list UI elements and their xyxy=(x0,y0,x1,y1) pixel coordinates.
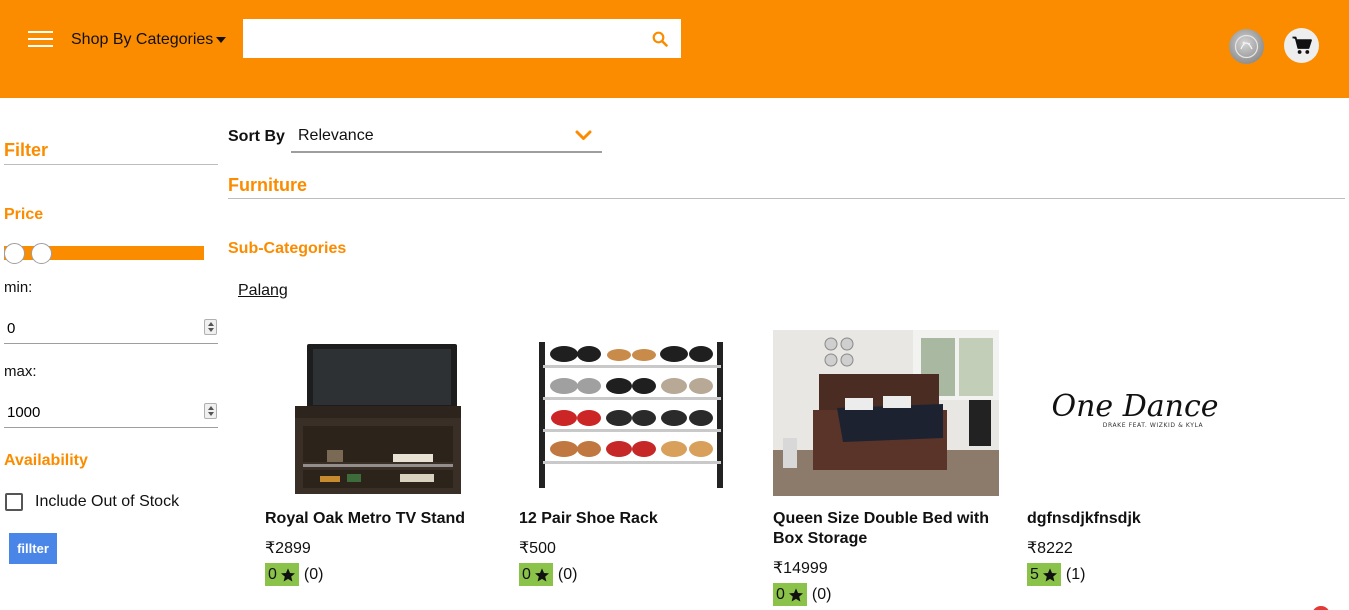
star-icon xyxy=(1042,567,1057,582)
rating-value: 5 xyxy=(1030,565,1039,583)
review-count: (0) xyxy=(303,565,324,583)
include-out-of-stock-checkbox[interactable] xyxy=(5,493,23,511)
product-price: ₹500 xyxy=(519,540,556,557)
product-price: ₹14999 xyxy=(773,560,828,577)
max-spinner-icon[interactable] xyxy=(204,403,217,419)
subcategory-link-palang[interactable]: Palang xyxy=(238,282,288,300)
shop-by-categories-label: Shop By Categories xyxy=(71,31,214,48)
rating-value: 0 xyxy=(776,585,785,603)
filter-button[interactable]: fillter xyxy=(9,533,57,564)
star-icon xyxy=(788,587,803,602)
avatar[interactable] xyxy=(1229,29,1264,64)
sort-by-label: Sort By xyxy=(228,128,285,145)
rating-badge: 0 xyxy=(519,563,553,586)
price-heading: Price xyxy=(4,206,44,223)
max-price-input[interactable] xyxy=(4,398,194,426)
subcategories-heading: Sub-Categories xyxy=(228,240,347,257)
min-spinner-icon[interactable] xyxy=(204,319,217,335)
product-name[interactable]: dgfnsdjkfnsdjk xyxy=(1027,509,1252,529)
shop-by-categories-dropdown[interactable]: Shop By Categories xyxy=(62,21,230,59)
rating-value: 0 xyxy=(522,565,531,583)
sort-select-value: Relevance xyxy=(298,127,374,144)
slider-min-thumb[interactable] xyxy=(4,243,25,264)
include-out-of-stock-label: Include Out of Stock xyxy=(35,493,180,510)
cart-button[interactable] xyxy=(1284,28,1319,63)
divider xyxy=(4,164,218,165)
max-price-field xyxy=(4,398,218,428)
product-name[interactable]: Queen Size Double Bed with Box Storage xyxy=(773,509,998,549)
rating-badge: 5 xyxy=(1027,563,1061,586)
top-header-bar: Shop By Categories xyxy=(0,0,1349,98)
floating-action-dot[interactable] xyxy=(1312,606,1330,610)
menu-icon[interactable] xyxy=(28,31,53,49)
product-name[interactable]: 12 Pair Shoe Rack xyxy=(519,509,744,529)
min-label: min: xyxy=(4,279,33,296)
review-count: (0) xyxy=(811,585,832,603)
product-name[interactable]: Royal Oak Metro TV Stand xyxy=(265,509,490,529)
one-dance-subtitle: DRAKE FEAT. WIZKID & KYLA xyxy=(1103,422,1204,429)
max-label: max: xyxy=(4,363,37,380)
caret-down-icon xyxy=(216,36,227,43)
rating-badge: 0 xyxy=(773,583,807,606)
search-icon[interactable] xyxy=(652,31,668,47)
chevron-down-icon xyxy=(575,130,592,140)
min-price-input[interactable] xyxy=(4,314,194,342)
one-dance-title: One Dance xyxy=(1051,389,1218,424)
cart-icon xyxy=(1292,36,1312,54)
review-count: (0) xyxy=(557,565,578,583)
star-icon xyxy=(534,567,549,582)
rating-badge: 0 xyxy=(265,563,299,586)
rating-value: 0 xyxy=(268,565,277,583)
rating: 5 (1) xyxy=(1027,563,1085,586)
filter-heading: Filter xyxy=(4,140,49,160)
slider-max-thumb[interactable] xyxy=(30,243,52,264)
rating: 0 (0) xyxy=(519,563,577,586)
one-dance-image[interactable]: One Dance DRAKE FEAT. WIZKID & KYLA xyxy=(1027,330,1253,496)
bed-image[interactable] xyxy=(773,330,999,496)
sort-select[interactable]: Relevance xyxy=(291,120,602,153)
product-price: ₹8222 xyxy=(1027,540,1073,557)
search-bar xyxy=(243,19,681,58)
price-range-slider[interactable] xyxy=(4,243,204,264)
tv-stand-image[interactable] xyxy=(265,330,491,496)
rating: 0 (0) xyxy=(773,583,831,606)
min-price-field xyxy=(4,314,218,344)
star-icon xyxy=(280,567,295,582)
availability-heading: Availability xyxy=(4,452,88,469)
review-count: (1) xyxy=(1065,565,1086,583)
product-price: ₹2899 xyxy=(265,540,311,557)
category-title: Furniture xyxy=(228,175,307,195)
divider xyxy=(228,198,1345,199)
search-input[interactable] xyxy=(243,19,633,58)
rating: 0 (0) xyxy=(265,563,323,586)
shoe-rack-image[interactable] xyxy=(519,330,745,496)
